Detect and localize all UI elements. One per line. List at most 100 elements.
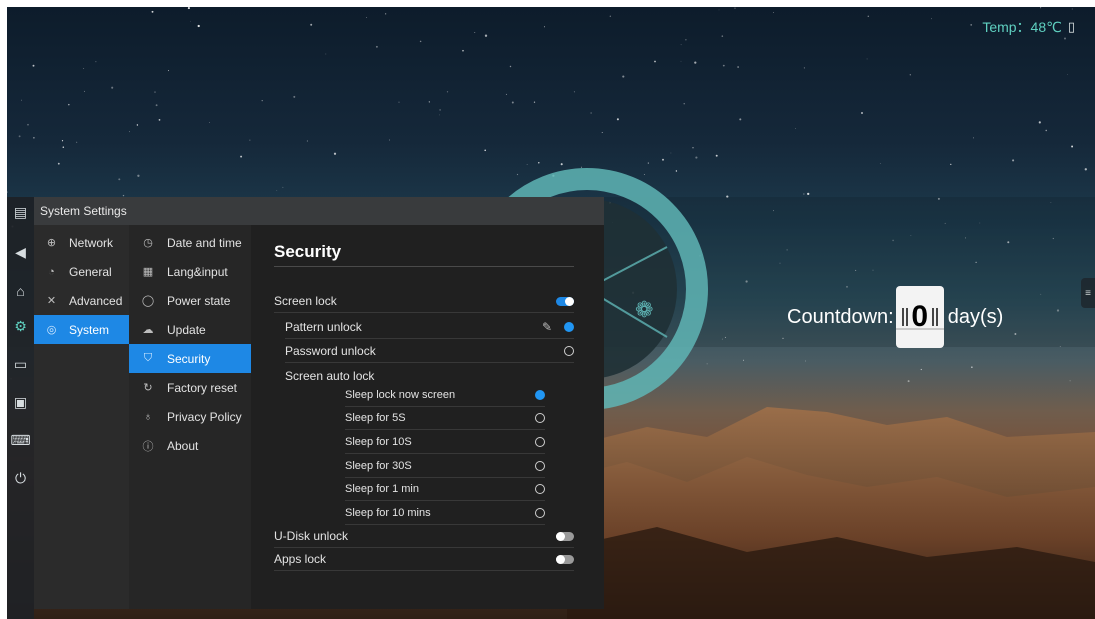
- pattern-unlock-label: Pattern unlock: [285, 320, 362, 334]
- power-icon[interactable]: ⏻: [11, 469, 30, 488]
- settings-icon[interactable]: ⚙: [11, 317, 30, 336]
- password-unlock-label: Password unlock: [285, 344, 376, 358]
- privacy-icon: ♁: [143, 410, 153, 423]
- screen-lock-row: Screen lock: [274, 290, 574, 313]
- subitem-security[interactable]: ⛉ Security: [129, 344, 251, 373]
- usb-icon: ▯: [1067, 19, 1075, 34]
- auto-lock-option-radio[interactable]: [535, 413, 545, 423]
- flip-card-ring-left: [901, 308, 908, 326]
- subitem-label: Power state: [167, 293, 231, 308]
- auto-lock-option[interactable]: Sleep for 30S: [345, 455, 545, 478]
- info-icon: ⓘ: [142, 440, 154, 453]
- auto-lock-option-radio[interactable]: [535, 461, 545, 471]
- category-label: Advanced: [69, 293, 123, 308]
- security-title: Security: [274, 242, 342, 261]
- apps-lock-toggle[interactable]: [556, 554, 574, 564]
- globe-icon: ⊕: [46, 237, 57, 249]
- power-icon: ◯: [141, 295, 155, 307]
- system-settings-window: System Settings ⊕ Network ◔ General ✕ Ad…: [34, 197, 604, 609]
- category-network[interactable]: ⊕ Network: [34, 228, 129, 257]
- udisk-unlock-row: U-Disk unlock: [274, 525, 574, 548]
- auto-lock-option-radio[interactable]: [535, 437, 545, 447]
- subitem-privacy-policy[interactable]: ♁ Privacy Policy: [129, 402, 251, 431]
- category-label: General: [69, 264, 112, 279]
- countdown-flip-card: 0: [895, 286, 944, 348]
- system-subitem-list: ◷ Date and time ▦ Lang&input ◯ Power sta…: [129, 225, 251, 609]
- subitem-update[interactable]: ☁ Update: [129, 315, 251, 344]
- subitem-label: Factory reset: [167, 380, 238, 395]
- pattern-unlock-radio[interactable]: [564, 322, 574, 332]
- side-menu-icon: ≡: [1085, 287, 1091, 299]
- auto-lock-option-label: Sleep for 30S: [345, 460, 412, 472]
- auto-lock-option[interactable]: Sleep for 10S: [345, 431, 545, 454]
- subitem-label: About: [167, 438, 199, 453]
- back-icon[interactable]: ◀: [11, 243, 30, 262]
- countdown-label: Countdown:: [787, 305, 894, 328]
- edit-icon[interactable]: ✎: [540, 320, 554, 334]
- auto-lock-option-radio[interactable]: [535, 484, 545, 494]
- auto-lock-option-radio[interactable]: [535, 508, 545, 518]
- window-title: System Settings: [40, 204, 127, 218]
- keyboard-icon[interactable]: ⌨: [10, 431, 30, 450]
- temperature-label: Temp：48℃: [982, 19, 1062, 35]
- window-title-bar: System Settings: [34, 197, 604, 225]
- home-icon[interactable]: ⌂: [11, 281, 30, 300]
- category-system[interactable]: ◎ System: [34, 315, 129, 344]
- category-advanced[interactable]: ✕ Advanced: [34, 286, 129, 315]
- subitem-label: Date and time: [167, 235, 242, 250]
- palette-icon: ◔: [48, 265, 55, 278]
- subitem-about[interactable]: ⓘ About: [129, 431, 251, 460]
- apps-lock-label: Apps lock: [274, 552, 327, 566]
- auto-lock-option[interactable]: Sleep lock now screen: [345, 384, 545, 407]
- apps-lock-row: Apps lock: [274, 548, 574, 571]
- password-unlock-radio[interactable]: [564, 346, 574, 356]
- screen-lock-toggle[interactable]: [556, 296, 574, 306]
- cloud-icon: ☁: [142, 324, 154, 336]
- left-toolbar: ▤ ◀ ⌂ ⚙ ▭ ▣ ⌨ ⏻: [7, 197, 34, 619]
- countdown-unit: day(s): [947, 305, 1004, 328]
- clock-icon: ◷: [143, 237, 153, 249]
- auto-lock-option-label: Sleep lock now screen: [345, 389, 456, 401]
- right-sidebar-handle[interactable]: ≡: [1081, 278, 1095, 308]
- udisk-unlock-label: U-Disk unlock: [274, 529, 349, 543]
- auto-lock-option-label: Sleep for 10S: [345, 436, 412, 448]
- auto-lock-option[interactable]: Sleep for 10 mins: [345, 502, 545, 525]
- udisk-unlock-toggle[interactable]: [556, 531, 574, 541]
- security-panel: Security Screen lock Pattern unlock ✎ Pa…: [251, 225, 604, 609]
- pattern-unlock-row: Pattern unlock ✎: [285, 316, 574, 339]
- subitem-lang-input[interactable]: ▦ Lang&input: [129, 257, 251, 286]
- system-icon: ◎: [46, 324, 57, 336]
- auto-lock-option-label: Sleep for 10 mins: [345, 507, 431, 519]
- window-list-icon[interactable]: ▤: [11, 203, 30, 222]
- screen-capture-icon[interactable]: ▣: [11, 393, 30, 412]
- auto-lock-option-label: Sleep for 1 min: [345, 483, 419, 495]
- temperature-indicator: Temp：48℃ ▯: [982, 17, 1075, 37]
- title-divider: [274, 266, 574, 267]
- auto-lock-option[interactable]: Sleep for 5S: [345, 407, 545, 430]
- auto-lock-option-label: Sleep for 5S: [345, 412, 406, 424]
- auto-lock-option-radio[interactable]: [535, 390, 545, 400]
- svg-text:❁: ❁: [635, 298, 653, 323]
- countdown-widget: Countdown: 0 day(s): [787, 286, 1003, 348]
- auto-lock-option[interactable]: Sleep for 1 min: [345, 478, 545, 501]
- category-label: System: [69, 322, 110, 337]
- countdown-value: 0: [911, 300, 929, 333]
- password-unlock-row: Password unlock: [285, 340, 574, 363]
- tools-icon: ✕: [46, 295, 57, 307]
- subitem-power-state[interactable]: ◯ Power state: [129, 286, 251, 315]
- subitem-label: Lang&input: [167, 264, 228, 279]
- folder-icon[interactable]: ▭: [11, 355, 30, 374]
- category-label: Network: [69, 235, 114, 250]
- subitem-label: Update: [167, 322, 206, 337]
- screen-lock-label: Screen lock: [274, 294, 337, 308]
- keyboard-icon: ▦: [142, 266, 154, 278]
- category-general[interactable]: ◔ General: [34, 257, 129, 286]
- desktop-background: ❁ Temp：48℃ ▯ ≡ Countdown: 0 day(s) ▤ ◀ ⌂…: [7, 7, 1095, 619]
- shield-icon: ⛉: [143, 352, 153, 364]
- subitem-label: Security: [167, 351, 211, 366]
- category-list: ⊕ Network ◔ General ✕ Advanced ◎ System: [34, 225, 129, 609]
- reset-icon: ↻: [143, 382, 153, 394]
- flip-card-ring-right: [931, 308, 938, 326]
- subitem-date-and-time[interactable]: ◷ Date and time: [129, 228, 251, 257]
- subitem-factory-reset[interactable]: ↻ Factory reset: [129, 373, 251, 402]
